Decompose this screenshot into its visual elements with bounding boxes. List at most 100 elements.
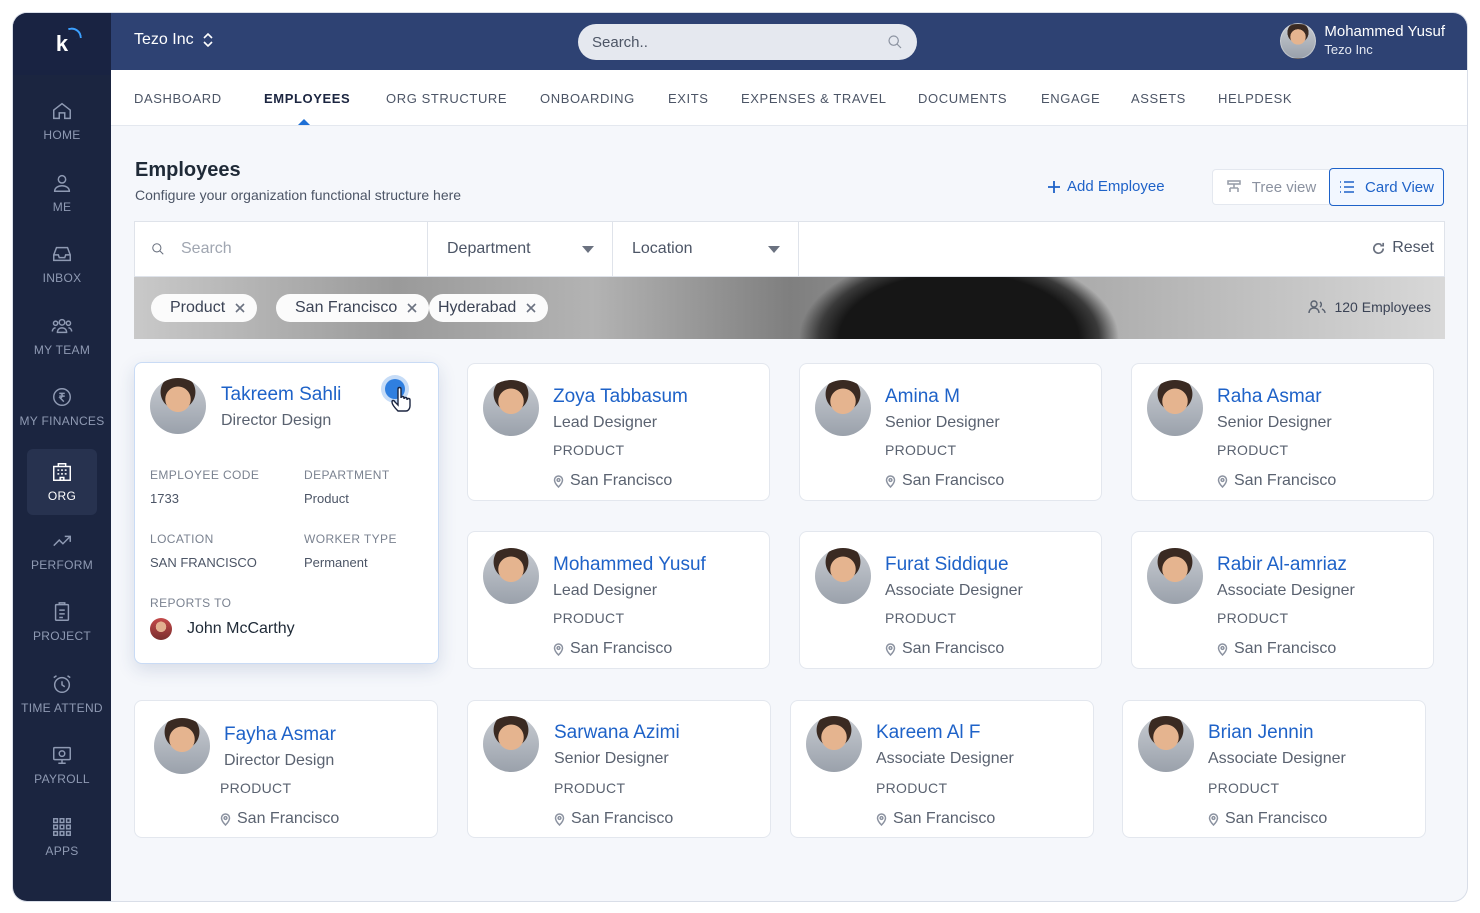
sidebar-item-apps[interactable]: APPS [27,804,97,870]
location-pin-icon [553,474,564,488]
department-select[interactable]: Department [428,222,613,276]
employee-location: San Francisco [553,640,672,658]
employee-search-input[interactable] [181,222,411,276]
employee-role: Lead Designer [553,414,658,431]
sidebar-item-time-attend[interactable]: TIME ATTEND [21,661,103,727]
add-employee-button[interactable]: Add Employee [1047,178,1165,195]
employee-card[interactable]: Brian Jennin Associate Designer PRODUCT … [1122,700,1426,838]
employee-role: Director Design [224,752,335,769]
search-icon [152,243,164,255]
employee-location: San Francisco [1208,810,1327,828]
user-org: Tezo Inc [1324,42,1373,57]
location-pin-icon [553,642,564,656]
sidebar-item-perform[interactable]: PERFORM [27,518,97,584]
avatar [1280,22,1317,59]
employee-department: PRODUCT [885,610,957,626]
employee-name[interactable]: Brian Jennin [1208,722,1314,744]
employee-name[interactable]: Zoya Tabbasum [553,386,688,408]
employee-card[interactable]: Mohammed Yusuf Lead Designer PRODUCT San… [467,531,770,669]
employee-role: Lead Designer [553,582,658,599]
active-tab-indicator [298,119,310,125]
employee-name[interactable]: Rabir Al-amriaz [1217,554,1347,576]
sidebar-item-org[interactable]: ORG [27,449,97,515]
tab-exits[interactable]: EXITS [668,91,709,106]
sidebar-item-my-team[interactable]: MY TEAM [27,303,97,369]
close-icon[interactable] [407,303,417,313]
caret-down-icon [582,246,594,253]
refresh-icon [1373,242,1385,254]
tab-onboarding[interactable]: ONBOARDING [540,91,635,106]
global-search-input[interactable] [592,24,872,60]
employee-card[interactable]: Fayha Asmar Director Design PRODUCT San … [134,700,438,838]
tab-assets[interactable]: ASSETS [1131,91,1186,106]
employee-card[interactable]: Rabir Al-amriaz Associate Designer PRODU… [1131,531,1434,669]
worker-type-value: Permanent [304,555,368,570]
tab-documents[interactable]: DOCUMENTS [918,91,1007,106]
location-select[interactable]: Location [613,222,799,276]
reset-button[interactable]: Reset [1371,239,1434,257]
employee-name[interactable]: Sarwana Azimi [554,722,680,744]
employee-name[interactable]: Raha Asmar [1217,386,1322,408]
employee-department: PRODUCT [885,442,957,458]
reports-to-name[interactable]: John McCarthy [187,620,295,638]
org-switcher[interactable]: Tezo Inc [134,31,214,49]
employee-card[interactable]: Raha Asmar Senior Designer PRODUCT San F… [1131,363,1434,501]
employee-name[interactable]: Fayha Asmar [224,724,336,746]
employee-role: Associate Designer [885,582,1023,599]
location-text: San Francisco [1234,472,1337,489]
app-logo[interactable]: k [13,13,111,75]
org-name: Tezo Inc [134,31,194,48]
employee-card[interactable]: Kareem Al F Associate Designer PRODUCT S… [790,700,1094,838]
location-select-label: Location [632,240,693,257]
tree-view-button[interactable]: Tree view [1212,169,1330,205]
sidebar-item-home[interactable]: HOME [27,88,97,154]
employee-role: Senior Designer [554,750,669,767]
tab-engage[interactable]: ENGAGE [1041,91,1100,106]
list-icon [1340,181,1355,193]
tab-helpdesk[interactable]: HELPDESK [1218,91,1292,106]
trend-icon [53,535,71,547]
location-text: San Francisco [893,810,996,827]
add-employee-label: Add Employee [1067,178,1165,195]
employee-count: 120 Employees [1308,299,1431,315]
tab-org-structure[interactable]: ORG STRUCTURE [386,91,507,106]
avatar [154,718,210,774]
hand-cursor-icon [391,386,411,412]
sidebar-item-payroll[interactable]: PAYROLL [27,732,97,798]
sidebar-item-my-finances[interactable]: MY FINANCES [19,374,104,440]
employee-name[interactable]: Mohammed Yusuf [553,554,706,576]
user-menu[interactable]: Mohammed Yusuf Tezo Inc [1280,22,1445,59]
tab-employees[interactable]: EMPLOYEES [264,91,350,106]
search-icon[interactable] [887,34,903,50]
filter-chip-hyderabad: Hyderabad [429,294,549,322]
employee-role: Associate Designer [876,750,1014,767]
location-pin-icon [1217,474,1228,488]
employee-card[interactable]: Sarwana Azimi Senior Designer PRODUCT Sa… [467,700,771,838]
sidebar-item-me[interactable]: ME [27,160,97,226]
employee-department: PRODUCT [1217,442,1289,458]
card-view-button[interactable]: Card View [1329,168,1444,206]
location-pin-icon [885,474,896,488]
reports-to-label: REPORTS TO [150,596,232,610]
employee-name[interactable]: Takreem Sahli [221,384,341,406]
employee-role: Senior Designer [1217,414,1332,431]
user-name: Mohammed Yusuf [1324,23,1445,40]
employee-card[interactable]: Furat Siddique Associate Designer PRODUC… [799,531,1102,669]
tab-expenses-travel[interactable]: EXPENSES & TRAVEL [741,91,887,106]
top-header: Tezo Inc Mohammed Yusuf Tezo Inc [111,13,1467,70]
employee-card-expanded[interactable]: Takreem Sahli Director Design EMPLOYEE C… [134,362,439,664]
sidebar-item-inbox[interactable]: INBOX [27,231,97,297]
tab-dashboard[interactable]: DASHBOARD [134,91,222,106]
sidebar-item-project[interactable]: PROJECT [27,589,97,655]
location-label: LOCATION [150,532,214,546]
employee-location: San Francisco [220,810,339,828]
close-icon[interactable] [235,303,245,313]
employee-card[interactable]: Amina M Senior Designer PRODUCT San Fran… [799,363,1102,501]
employee-name[interactable]: Amina M [885,386,960,408]
employee-name[interactable]: Furat Siddique [885,554,1009,576]
employee-card[interactable]: Zoya Tabbasum Lead Designer PRODUCT San … [467,363,770,501]
employee-code: 1733 [150,491,179,506]
employee-name[interactable]: Kareem Al F [876,722,981,744]
employee-location: San Francisco [885,472,1004,490]
close-icon[interactable] [526,303,536,313]
